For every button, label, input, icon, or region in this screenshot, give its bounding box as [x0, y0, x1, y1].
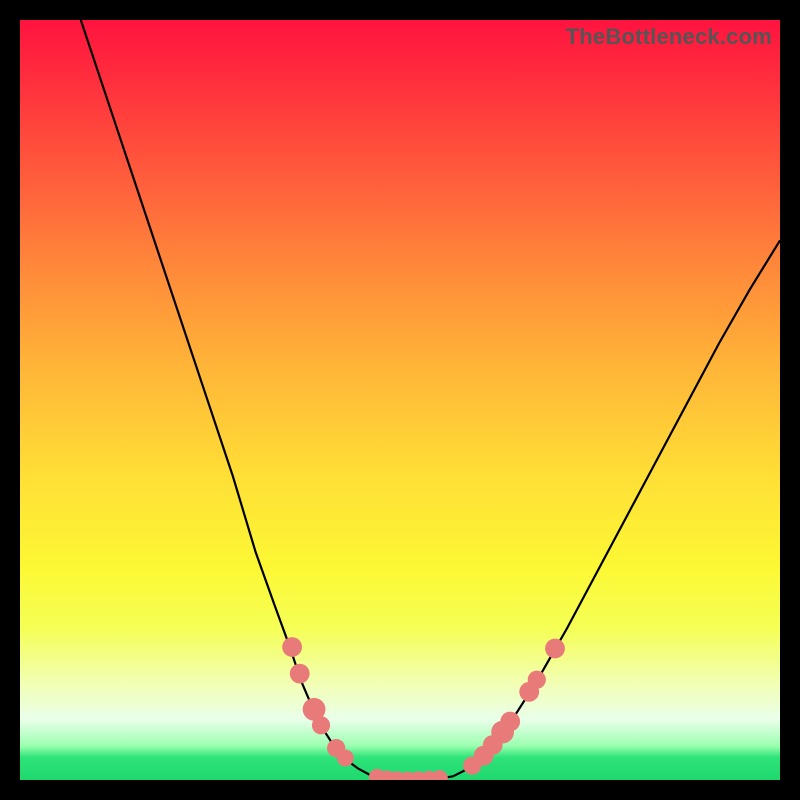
marker-left-cluster: [290, 664, 310, 684]
data-markers: [282, 637, 565, 780]
chart-svg: [20, 20, 780, 780]
marker-right-cluster: [528, 671, 546, 689]
marker-right-cluster: [500, 712, 520, 732]
marker-left-cluster: [337, 750, 354, 767]
chart-frame: TheBottleneck.com: [20, 20, 780, 780]
marker-left-cluster: [312, 716, 330, 734]
marker-right-cluster: [545, 639, 565, 659]
marker-left-cluster: [282, 637, 302, 657]
marker-floor-cluster: [431, 770, 448, 780]
bottleneck-curve: [81, 20, 780, 780]
